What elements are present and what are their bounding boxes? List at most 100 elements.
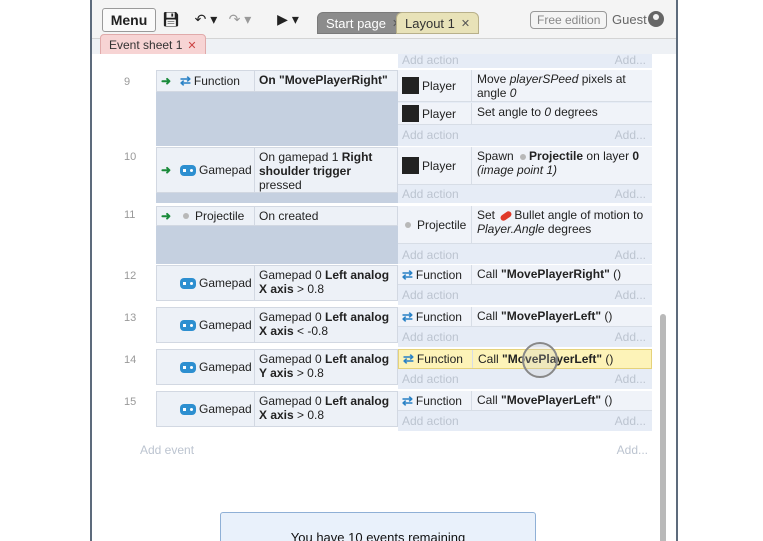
event-block[interactable]: Gamepad Gamepad 0 Left analog X axis > 0… bbox=[156, 265, 398, 301]
add-action-link[interactable]: Add action bbox=[402, 372, 459, 386]
object-name: Gamepad bbox=[199, 360, 252, 374]
event-number: 9 bbox=[124, 76, 131, 88]
condition-text: Gamepad 0 Left analog X axis < -0.8 bbox=[255, 308, 397, 342]
trigger-arrow-icon: ➜ bbox=[161, 163, 172, 177]
action-row[interactable]: Player Spawn Projectile on layer 0 (imag… bbox=[398, 147, 652, 185]
condition-object: ➜ ⇄ Function bbox=[157, 71, 255, 91]
condition-row[interactable]: Gamepad Gamepad 0 Left analog X axis < -… bbox=[156, 307, 398, 343]
text-part: on layer bbox=[583, 149, 633, 163]
condition-text: On created bbox=[255, 207, 397, 225]
function-icon: ⇄ bbox=[403, 351, 414, 366]
add-more-link[interactable]: Add... bbox=[615, 187, 646, 201]
add-more-link[interactable]: Add... bbox=[615, 288, 646, 302]
mouse-cursor-highlight bbox=[522, 342, 558, 378]
text-part: > 0.8 bbox=[293, 282, 325, 296]
text-part: degrees bbox=[544, 222, 592, 236]
text-part: > 0.8 bbox=[293, 366, 324, 380]
add-action-link[interactable]: Add action bbox=[402, 128, 459, 142]
add-action-row[interactable]: Add action Add... bbox=[398, 286, 652, 304]
free-edition-badge[interactable]: Free edition bbox=[530, 11, 608, 29]
add-action-link[interactable]: Add action bbox=[402, 288, 459, 302]
event-block[interactable]: ➜ Gamepad On gamepad 1 Right shoulder tr… bbox=[156, 147, 398, 203]
action-area: Player Move playerSPeed pixels at angle … bbox=[398, 70, 652, 146]
tab-event-sheet-1[interactable]: Event sheet 1 ✕ bbox=[100, 34, 206, 56]
add-action-row[interactable]: Add action Add... bbox=[398, 370, 652, 388]
redo-button[interactable]: ↷ ▾ bbox=[226, 8, 254, 30]
add-event-link[interactable]: Add event bbox=[140, 443, 194, 457]
add-action-link[interactable]: Add action bbox=[402, 248, 459, 262]
action-row[interactable]: Player Move playerSPeed pixels at angle … bbox=[398, 70, 652, 102]
add-action-row[interactable]: Add action Add... bbox=[398, 185, 652, 203]
text-part: > 0.8 bbox=[293, 408, 325, 422]
action-row[interactable]: Projectile Set Bullet angle of motion to… bbox=[398, 206, 652, 244]
event-block[interactable]: Gamepad Gamepad 0 Left analog X axis > 0… bbox=[156, 391, 398, 427]
guest-label[interactable]: Guest bbox=[612, 12, 647, 27]
add-action-row[interactable]: Add action Add... bbox=[398, 126, 652, 144]
close-icon[interactable]: ✕ bbox=[187, 39, 196, 52]
condition-row[interactable]: ➜ Projectile On created bbox=[156, 206, 398, 226]
condition-row[interactable]: ➜ Gamepad On gamepad 1 Right shoulder tr… bbox=[156, 147, 398, 193]
condition-row[interactable]: Gamepad Gamepad 0 Left analog Y axis > 0… bbox=[156, 349, 398, 385]
event-number: 11 bbox=[124, 209, 136, 221]
action-object: ⇄ Function bbox=[398, 265, 472, 284]
add-more-link[interactable]: Add... bbox=[617, 443, 648, 457]
menu-button[interactable]: Menu bbox=[102, 8, 156, 32]
condition-row[interactable]: Gamepad Gamepad 0 Left analog X axis > 0… bbox=[156, 265, 398, 301]
object-name: Function bbox=[415, 393, 462, 408]
add-action-row[interactable]: Add action Add... bbox=[398, 246, 652, 264]
undo-button[interactable]: ↶ ▾ bbox=[192, 8, 220, 30]
event-block[interactable]: ➜ ⇄ Function On "MovePlayerRight" bbox=[156, 70, 398, 146]
text-part: Player.Angle bbox=[477, 222, 545, 236]
condition-row[interactable]: Gamepad Gamepad 0 Left analog X axis > 0… bbox=[156, 391, 398, 427]
add-more-link[interactable]: Add... bbox=[615, 128, 646, 142]
text-part: Call bbox=[478, 352, 503, 366]
vertical-scrollbar[interactable] bbox=[660, 314, 666, 541]
action-text: Call "MovePlayerRight" () bbox=[472, 265, 652, 284]
trigger-arrow-icon: ➜ bbox=[161, 209, 172, 223]
action-row[interactable]: ⇄ Function Call "MovePlayerLeft" () bbox=[398, 307, 652, 327]
condition-object: Gamepad bbox=[157, 392, 255, 426]
text-part: Projectile bbox=[529, 149, 584, 163]
user-icon[interactable] bbox=[648, 11, 664, 27]
action-text: Call "MovePlayerLeft" () bbox=[472, 307, 652, 326]
add-action-row[interactable]: Add action Add... bbox=[398, 412, 652, 430]
add-more-link[interactable]: Add... bbox=[615, 53, 646, 67]
add-more-link[interactable]: Add... bbox=[615, 372, 646, 386]
tab-layout-1[interactable]: Layout 1 ✕ bbox=[396, 12, 480, 34]
save-icon: 💾︎ bbox=[162, 10, 180, 27]
object-name: Gamepad bbox=[199, 276, 252, 290]
add-action-link[interactable]: Add action bbox=[402, 414, 459, 428]
action-text: Call "MovePlayerLeft" () bbox=[472, 391, 652, 410]
event-block[interactable]: Gamepad Gamepad 0 Left analog Y axis > 0… bbox=[156, 349, 398, 385]
add-more-link[interactable]: Add... bbox=[615, 414, 646, 428]
add-event-row[interactable]: Add event Add... bbox=[140, 443, 648, 457]
action-row[interactable]: ⇄ Function Call "MovePlayerRight" () bbox=[398, 265, 652, 285]
event-block[interactable]: Gamepad Gamepad 0 Left analog X axis < -… bbox=[156, 307, 398, 343]
save-button[interactable]: 💾︎ bbox=[160, 8, 182, 30]
add-more-link[interactable]: Add... bbox=[615, 248, 646, 262]
gamepad-icon bbox=[180, 277, 196, 289]
text-part: Gamepad 0 bbox=[259, 268, 326, 282]
condition-object: Gamepad bbox=[157, 266, 255, 300]
object-name: Gamepad bbox=[199, 318, 252, 332]
add-action-row[interactable]: Add action Add... bbox=[398, 328, 652, 346]
condition-object: ➜ Projectile bbox=[157, 207, 255, 225]
add-action-row[interactable]: Add action Add... bbox=[398, 51, 652, 69]
action-area: Player Spawn Projectile on layer 0 (imag… bbox=[398, 147, 652, 203]
text-part: 0 bbox=[509, 86, 517, 100]
event-block[interactable]: ➜ Projectile On created bbox=[156, 206, 398, 264]
add-action-link[interactable]: Add action bbox=[402, 330, 459, 344]
action-row[interactable]: Player Set angle to 0 degrees bbox=[398, 103, 652, 125]
add-action-link[interactable]: Add action bbox=[402, 53, 459, 67]
text-part: angle of motion to bbox=[544, 208, 644, 222]
function-icon: ⇄ bbox=[402, 308, 413, 324]
projectile-icon bbox=[183, 213, 189, 219]
add-action-link[interactable]: Add action bbox=[402, 187, 459, 201]
function-icon: ⇄ bbox=[180, 73, 191, 88]
close-icon[interactable]: ✕ bbox=[461, 17, 470, 30]
events-remaining-banner: You have 10 events remaining bbox=[220, 512, 536, 541]
preview-button[interactable]: ▶ ▾ bbox=[274, 8, 302, 30]
action-row[interactable]: ⇄ Function Call "MovePlayerLeft" () bbox=[398, 391, 652, 411]
add-more-link[interactable]: Add... bbox=[615, 330, 646, 344]
condition-row[interactable]: ➜ ⇄ Function On "MovePlayerRight" bbox=[156, 70, 398, 92]
